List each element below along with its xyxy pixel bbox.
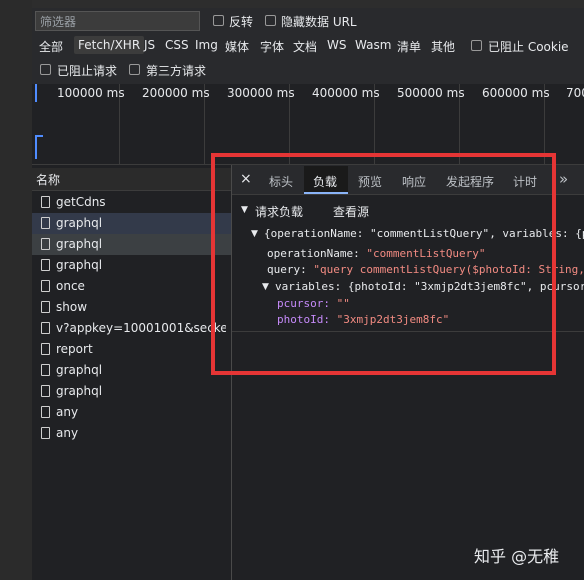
timeline-tick: 200000 ms [142,86,210,100]
type-filter-manifest[interactable]: 清单 [397,38,421,55]
file-icon [41,196,50,208]
request-row[interactable]: any [32,423,231,444]
invert-checkbox[interactable] [213,15,224,26]
timeline-tick: 100000 ms [57,86,125,100]
third-party-checkbox[interactable] [129,64,140,75]
request-row[interactable]: graphql [32,255,231,276]
timeline-tick: 700 [566,86,584,100]
request-name: any [56,405,79,419]
filter-input[interactable]: 筛选器 [35,11,200,31]
file-icon [41,217,50,229]
request-name: graphql [56,237,103,251]
file-icon [41,238,50,250]
request-name: v?appkey=10001001&seckey... [56,321,226,335]
type-filter-js[interactable]: JS [144,38,155,52]
timeline-request-bar [37,135,43,137]
request-row[interactable]: report [32,339,231,360]
request-row[interactable]: graphql [32,213,231,234]
request-name: graphql [56,258,103,272]
type-filter-font[interactable]: 字体 [260,38,284,55]
type-filter-media[interactable]: 媒体 [225,38,249,55]
third-party-label: 第三方请求 [146,64,207,78]
request-row[interactable]: show [32,297,231,318]
left-edge-panel [0,0,32,580]
invert-label: 反转 [229,15,254,29]
type-filter-css[interactable]: CSS [165,38,189,52]
file-icon [41,301,50,313]
timeline-tick: 500000 ms [397,86,465,100]
more-tabs-icon[interactable]: » [559,170,568,188]
request-row[interactable]: graphql [32,360,231,381]
file-icon [41,280,50,292]
request-row[interactable]: getCdns [32,192,231,213]
requests-name-column-header[interactable] [32,168,231,191]
request-row[interactable]: any [32,402,231,423]
timeline-tick: 600000 ms [482,86,550,100]
file-icon [41,343,50,355]
file-icon [41,385,50,397]
file-icon [41,364,50,376]
file-icon [41,322,50,334]
block-cookies-checkbox[interactable] [471,40,482,51]
file-icon [41,427,50,439]
timeline-request-bar [35,84,37,102]
file-icon [41,406,50,418]
request-row-selected[interactable]: graphql [32,234,231,255]
request-row[interactable]: once [32,276,231,297]
timeline-request-bar [35,135,37,159]
type-filter-other[interactable]: 其他 [431,38,455,55]
blocked-requests-label: 已阻止请求 [57,64,118,78]
request-name: getCdns [56,195,106,209]
request-name: graphql [56,384,103,398]
timeline-tick: 400000 ms [312,86,380,100]
file-icon [41,259,50,271]
timeline-tick: 300000 ms [227,86,295,100]
requests-name-column-label: 名称 [36,173,61,187]
type-filter-ws[interactable]: WS [327,38,346,52]
type-filter-img[interactable]: Img [195,38,218,52]
highlight-annotation-box [211,153,556,375]
type-filter-all[interactable]: 全部 [39,38,63,55]
request-name: report [56,342,93,356]
request-name: once [56,279,85,293]
block-cookies-label: 已阻止 Cookie [488,40,569,54]
request-row[interactable]: v?appkey=10001001&seckey... [32,318,231,339]
request-name: graphql [56,363,103,377]
request-name: any [56,426,79,440]
type-filter-wasm[interactable]: Wasm [355,38,391,52]
hide-data-url-label: 隐藏数据 URL [281,15,357,29]
request-row[interactable]: graphql [32,381,231,402]
watermark: 知乎 @无稚 [474,547,560,566]
top-toolbar-strip [32,0,584,8]
blocked-requests-checkbox[interactable] [40,64,51,75]
type-filter-doc[interactable]: 文档 [293,38,317,55]
request-name: show [56,300,88,314]
hide-data-url-checkbox[interactable] [265,15,276,26]
type-filter-fetch-xhr[interactable]: Fetch/XHR [74,36,145,54]
request-name: graphql [56,216,103,230]
